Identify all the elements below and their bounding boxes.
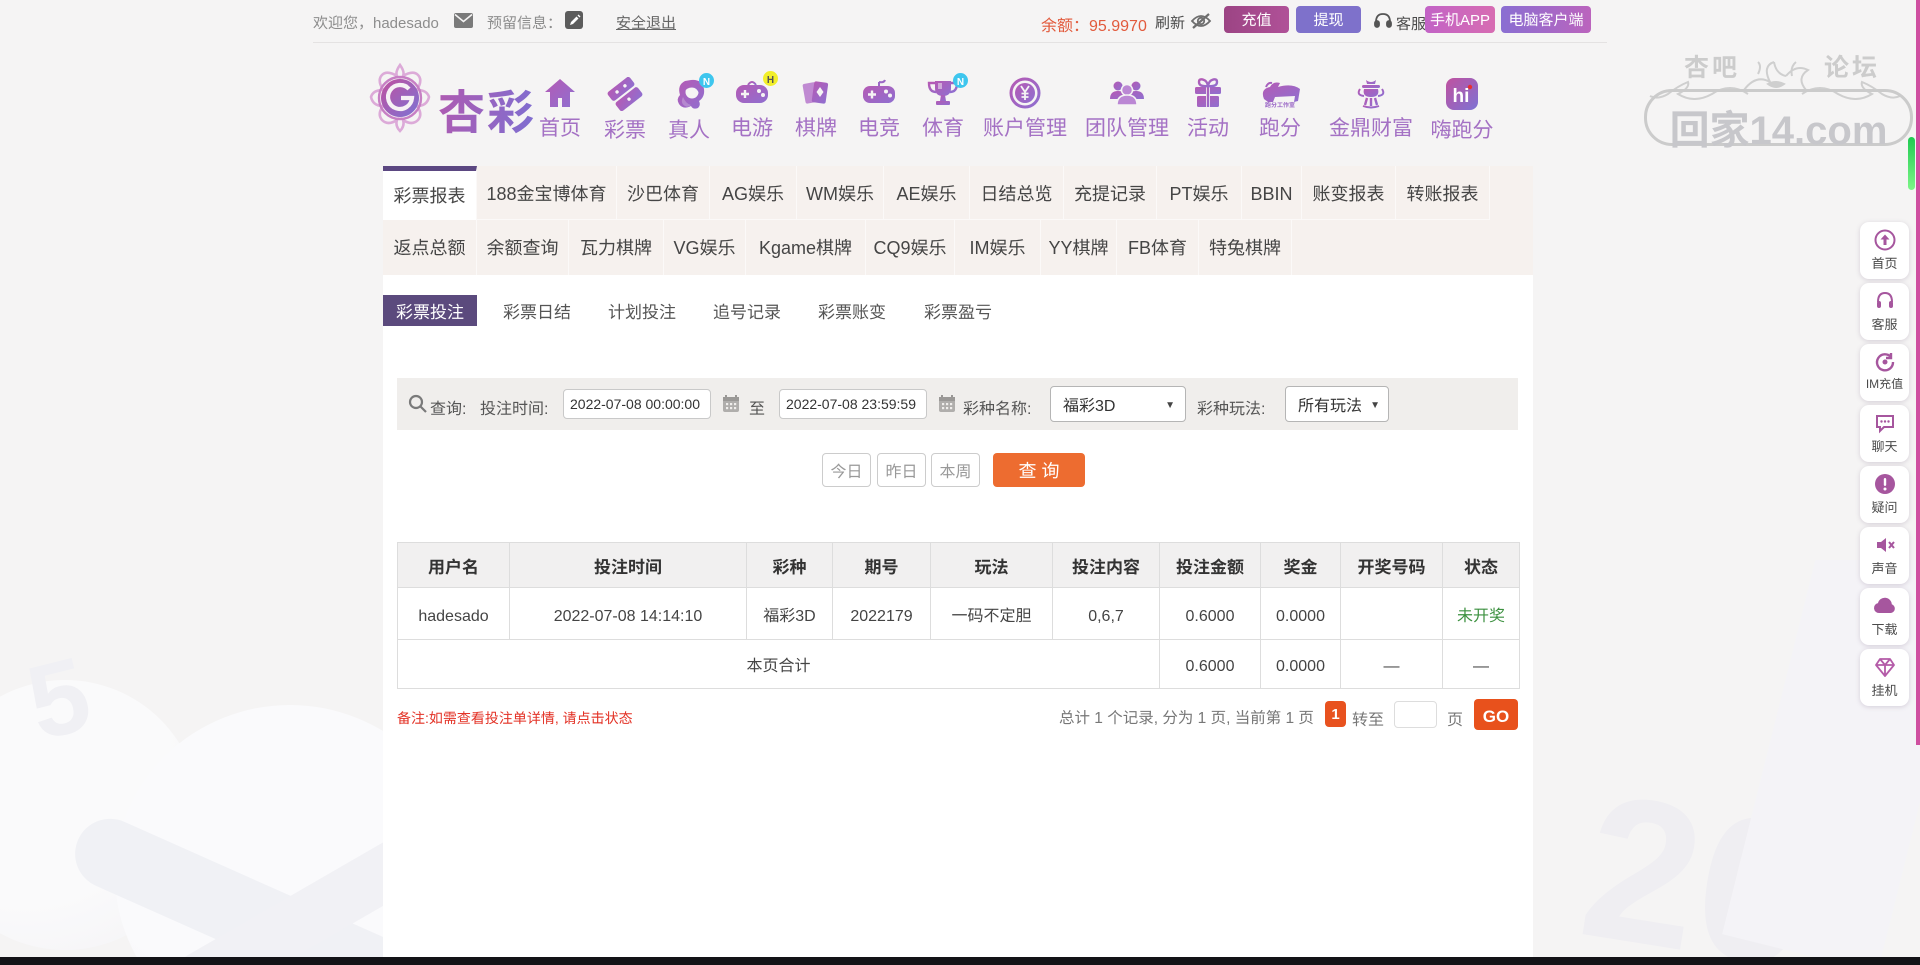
- svg-text:跑分工作室: 跑分工作室: [1265, 100, 1295, 109]
- svg-text:hi: hi: [1453, 86, 1470, 107]
